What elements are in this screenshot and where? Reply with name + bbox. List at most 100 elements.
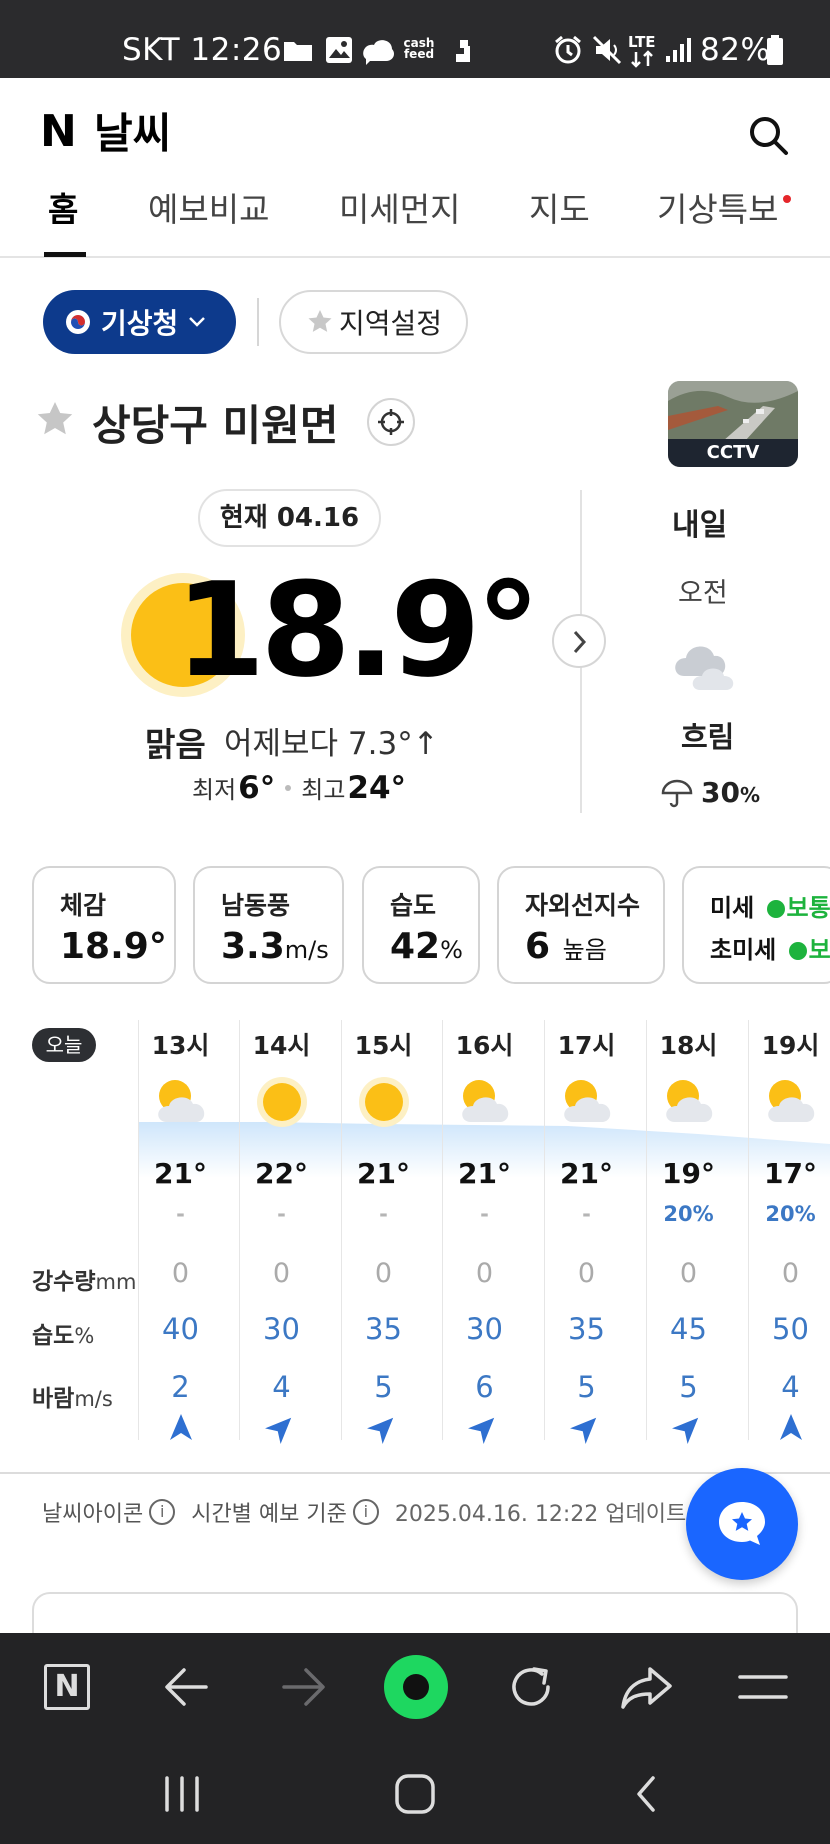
tab-fine-dust[interactable]: 미세먼지 [339, 185, 460, 235]
tomorrow-condition: 흐림 [681, 720, 735, 754]
humidity-unit: % [440, 936, 463, 964]
hour-temperature: 21° [357, 1157, 410, 1190]
hour-weather-icon [740, 1072, 830, 1132]
tab-map[interactable]: 지도 [529, 185, 590, 235]
wind-label: 바람 [32, 1386, 75, 1412]
partly-cloudy-icon [665, 1080, 712, 1122]
hour-precip-amount: 0 [272, 1258, 291, 1289]
hour-label: 14시 [252, 1031, 311, 1060]
humidity-value: 42 [390, 926, 441, 967]
system-navigation-bar [0, 1740, 830, 1844]
hour-wind-speed: 6 [475, 1370, 494, 1404]
favorite-star-icon[interactable] [35, 400, 75, 440]
naver-logo[interactable]: N [40, 106, 77, 157]
browser-toolbar: N [0, 1633, 830, 1740]
hour-precip-probability: - [277, 1202, 286, 1226]
hour-label: 19시 [761, 1031, 820, 1060]
wind-direction-icon [231, 1412, 332, 1446]
forecast-info-row: 날씨아이콘 i 시간별 예보 기준 i 2025.04.16. 12:22 업데… [42, 1496, 686, 1528]
partly-cloudy-icon [461, 1080, 508, 1122]
sun-icon [358, 1077, 409, 1127]
folder-icon [284, 42, 312, 61]
wind-unit: m/s [74, 1387, 113, 1411]
partly-cloudy-icon [767, 1080, 814, 1122]
tab-forecast-compare[interactable]: 예보비교 [148, 185, 269, 235]
current-date-badge: 현재 04.16 [198, 489, 381, 547]
max-value: 24° [347, 770, 407, 806]
uv-level: 높음 [562, 936, 607, 964]
info-icon[interactable]: i [149, 1499, 176, 1525]
hour-precip-probability: - [176, 1202, 185, 1226]
tab-weather-alerts[interactable]: 기상특보 [657, 185, 778, 235]
network-type: LTE [628, 33, 656, 51]
cctv-label: CCTV [668, 439, 798, 467]
precip-label: 강수량 [32, 1269, 96, 1295]
menu-icon[interactable] [738, 1671, 788, 1703]
hour-humidity: 40 [162, 1312, 199, 1346]
card-humidity[interactable]: 습도 42% [362, 866, 480, 984]
tomorrow-precip-unit: % [739, 783, 761, 807]
hour-wind-speed: 4 [781, 1370, 800, 1404]
region-settings-button[interactable]: 지역설정 [279, 290, 468, 354]
cctv-thumbnail[interactable]: CCTV [668, 381, 798, 467]
forward-arrow-icon[interactable] [280, 1665, 328, 1709]
crosshair-icon [378, 409, 404, 435]
wind-direction-icon [333, 1412, 434, 1446]
next-day-button[interactable] [552, 614, 606, 668]
wind-unit: m/s [284, 936, 329, 964]
hour-temperature: 17° [764, 1157, 817, 1190]
share-icon[interactable] [620, 1663, 674, 1711]
card-label: 체감 [60, 891, 107, 920]
gallery-icon [326, 37, 352, 63]
fine-dust-label: 미세 [710, 894, 755, 922]
card-fine-dust[interactable]: 미세 보통 초미세 보 [682, 866, 830, 984]
battery-icon [767, 35, 783, 65]
card-wind[interactable]: 남동풍 3.3m/s [193, 866, 344, 984]
search-icon[interactable] [748, 115, 790, 157]
kma-logo-icon [66, 310, 90, 334]
source-selector-button[interactable]: 기상청 [43, 290, 236, 354]
home-icon[interactable] [394, 1773, 436, 1815]
recent-apps-icon[interactable] [163, 1776, 201, 1812]
wind-arrow-icon [264, 1417, 291, 1444]
tomorrow-precip: 30% [701, 776, 760, 809]
current-location-button[interactable] [367, 398, 415, 446]
wind-direction-icon [638, 1412, 739, 1446]
refresh-icon[interactable] [506, 1661, 558, 1713]
back-arrow-icon[interactable] [162, 1665, 210, 1709]
wind-direction-icon [740, 1412, 830, 1446]
back-icon[interactable] [633, 1774, 659, 1814]
max-label: 최고 [301, 776, 346, 804]
info-icon[interactable]: i [352, 1499, 379, 1525]
update-timestamp: 2025.04.16. 12:22 업데이트 [394, 1502, 687, 1527]
region-settings-label: 지역설정 [339, 307, 443, 340]
card-uv-index[interactable]: 자외선지수 6 높음 [497, 866, 665, 984]
weather-icon-info-label[interactable]: 날씨아이콘 [42, 1496, 143, 1528]
sun-icon [256, 1077, 307, 1127]
hour-wind-speed: 4 [272, 1370, 291, 1404]
hourly-basis-label[interactable]: 시간별 예보 기준 [191, 1496, 347, 1528]
hour-wind-speed: 5 [577, 1370, 596, 1404]
min-value: 6° [238, 770, 276, 806]
hour-label: 15시 [354, 1031, 413, 1060]
hour-precip-probability: - [480, 1202, 489, 1226]
mute-icon [592, 35, 622, 65]
compare-yesterday: 어제보다 7.3°↑ [224, 726, 439, 762]
app-notification-icon [448, 40, 470, 62]
card-feels-like[interactable]: 체감 18.9° [32, 866, 176, 984]
carrier-time: SKT 12:26 [122, 32, 283, 68]
hour-temperature: 19° [662, 1157, 715, 1190]
chatbot-button[interactable] [686, 1468, 798, 1580]
column-separator [138, 1020, 139, 1440]
wind-arrow-icon [779, 1414, 802, 1440]
naver-home-button[interactable]: N [44, 1664, 90, 1710]
wind-direction-icon [434, 1412, 535, 1446]
humidity-row-label: 습도% [32, 1316, 94, 1350]
hour-label: 13시 [151, 1031, 210, 1060]
wind-row-label: 바람m/s [32, 1379, 113, 1413]
hour-humidity: 30 [466, 1312, 503, 1346]
tab-home[interactable]: 홈 [48, 185, 78, 235]
card-label: 자외선지수 [525, 891, 641, 920]
chat-bubble-icon [363, 40, 394, 65]
green-dot-button[interactable] [384, 1655, 448, 1719]
